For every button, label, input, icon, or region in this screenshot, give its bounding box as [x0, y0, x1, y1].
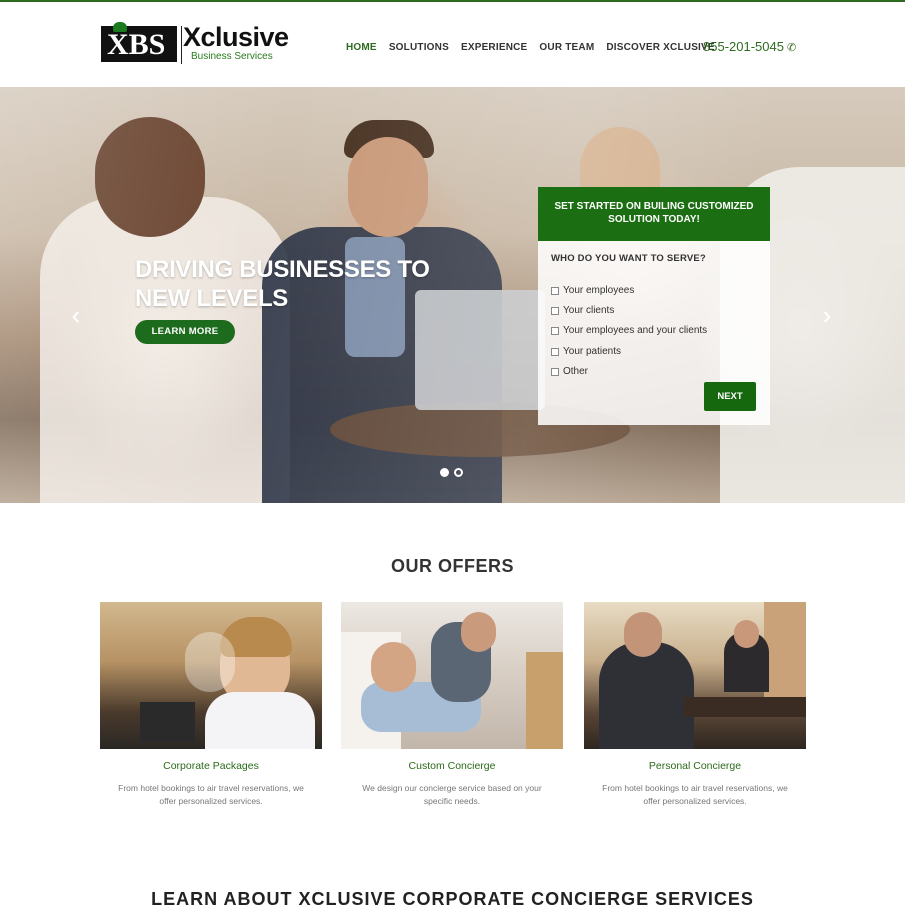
offer-name[interactable]: Personal Concierge [584, 760, 806, 772]
checkbox[interactable] [551, 326, 559, 335]
phone-link[interactable]: 855-201-5045 ✆ [703, 39, 796, 54]
logo-mark-text: XBS [107, 28, 166, 61]
logo-divider [181, 26, 182, 64]
logo-mark: XBS [101, 22, 177, 62]
photo-detail [140, 702, 195, 742]
main-nav: HOME SOLUTIONS EXPERIENCE OUR TEAM DISCO… [346, 42, 727, 53]
option-employees-and-clients[interactable]: Your employees and your clients [551, 325, 707, 336]
phone-icon: ✆ [786, 42, 797, 54]
option-clients[interactable]: Your clients [551, 305, 614, 316]
form-body: WHO DO YOU WANT TO SERVE? Your employees… [538, 241, 770, 425]
checkbox[interactable] [551, 286, 559, 295]
photo-detail [461, 612, 496, 652]
option-label: Your employees and your clients [563, 325, 708, 336]
logo-tagline: Business Services [191, 51, 273, 62]
slider-prev-arrow-icon[interactable]: ‹ [66, 302, 86, 328]
offer-description: We design our concierge service based on… [362, 783, 542, 806]
hero-slider: DRIVING BUSINESSES TO NEW LEVELS LEARN M… [0, 87, 905, 503]
photo-detail [371, 642, 416, 692]
offer-description: From hotel bookings to air travel reserv… [602, 783, 788, 806]
checkbox[interactable] [551, 367, 559, 376]
photo-detail [599, 642, 694, 749]
learn-section-title: LEARN ABOUT XCLUSIVE CORPORATE CONCIERGE… [151, 889, 754, 905]
offer-image [341, 602, 563, 749]
checkbox[interactable] [551, 306, 559, 315]
site-header: XBS Xclusive Business Services HOME SOLU… [0, 2, 905, 87]
option-other[interactable]: Other [551, 366, 588, 377]
option-patients[interactable]: Your patients [551, 346, 621, 357]
slider-pagination [440, 468, 463, 477]
option-label: Other [563, 366, 589, 377]
slider-dot[interactable] [454, 468, 463, 477]
checkbox[interactable] [551, 347, 559, 356]
phone-number: 855-201-5045 [703, 39, 784, 54]
offer-image [100, 602, 322, 749]
brand-logo[interactable]: XBS Xclusive Business Services [101, 22, 291, 66]
logo-wordmark: Xclusive [183, 22, 289, 52]
offers-section-title: OUR OFFERS [390, 556, 514, 576]
nav-item-experience[interactable]: EXPERIENCE [461, 42, 527, 53]
option-label: Your employees [563, 285, 635, 296]
offer-image [584, 602, 806, 749]
option-employees[interactable]: Your employees [551, 285, 634, 296]
offer-description: From hotel bookings to air travel reserv… [118, 783, 304, 806]
photo-detail [205, 692, 315, 749]
photo-detail [764, 602, 806, 702]
slider-next-arrow-icon[interactable]: › [817, 302, 837, 328]
nav-item-discover-xclusive[interactable]: DISCOVER XCLUSIVE [606, 42, 714, 53]
slider-dot[interactable] [440, 468, 449, 477]
option-label: Your clients [563, 305, 615, 316]
photo-detail [684, 697, 806, 717]
learn-more-button[interactable]: LEARN MORE [135, 320, 235, 344]
photo-detail [734, 620, 759, 648]
lead-form: SET STARTED ON BUILING CUSTOMIZED SOLUTI… [538, 187, 770, 425]
form-header: SET STARTED ON BUILING CUSTOMIZED SOLUTI… [538, 187, 770, 241]
nav-item-solutions[interactable]: SOLUTIONS [389, 42, 449, 53]
photo-detail [624, 612, 662, 657]
photo-detail [185, 632, 235, 692]
nav-item-home[interactable]: HOME [346, 42, 377, 53]
offer-name[interactable]: Custom Concierge [341, 760, 563, 772]
nav-item-our-team[interactable]: OUR TEAM [539, 42, 594, 53]
option-label: Your patients [563, 346, 622, 357]
form-question: WHO DO YOU WANT TO SERVE? [551, 253, 706, 264]
hero-title: DRIVING BUSINESSES TO NEW LEVELS [135, 256, 430, 312]
next-button[interactable]: NEXT [704, 382, 756, 411]
photo-detail [526, 652, 563, 749]
offer-name[interactable]: Corporate Packages [100, 760, 322, 772]
